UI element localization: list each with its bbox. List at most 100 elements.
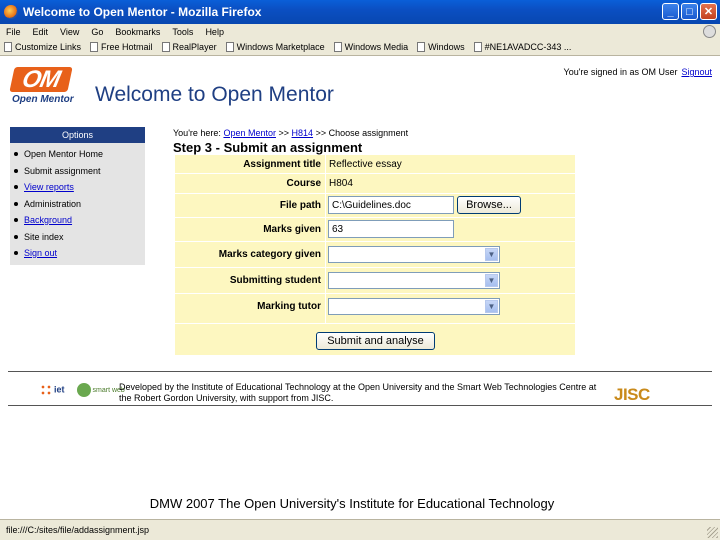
logo-mark: OM: [9, 66, 73, 93]
row-course: Course H804: [175, 174, 575, 192]
breadcrumb-link-course[interactable]: H814: [292, 128, 314, 138]
sidebar-item-administration: Administration: [14, 196, 145, 213]
page-icon: [90, 42, 99, 52]
bookmark-item[interactable]: Free Hotmail: [90, 42, 153, 52]
row-submitting-student: Submitting student ▼: [175, 268, 575, 292]
breadcrumb-current: Choose assignment: [328, 128, 409, 138]
page-icon: [4, 42, 12, 52]
menu-go[interactable]: Go: [85, 27, 109, 37]
breadcrumb-link-home[interactable]: Open Mentor: [223, 128, 276, 138]
submit-assignment-form: Assignment title Reflective essay Course…: [175, 155, 575, 355]
close-button[interactable]: ✕: [700, 3, 717, 20]
maximize-button[interactable]: □: [681, 3, 698, 20]
bookmarks-toolbar: Customize Links Free Hotmail RealPlayer …: [0, 39, 720, 56]
window-controls: _ □ ✕: [662, 3, 717, 20]
iet-dots-icon: [40, 384, 52, 396]
iet-logo[interactable]: iet: [40, 384, 65, 396]
step-title: Step 3 - Submit an assignment: [173, 140, 363, 155]
logo-text: Open Mentor: [12, 94, 74, 105]
marking-tutor-label: Marking tutor: [257, 300, 321, 312]
signout-link[interactable]: Signout: [681, 67, 712, 77]
bullet-icon: [14, 185, 18, 190]
open-mentor-logo[interactable]: OM Open Mentor: [9, 66, 84, 107]
row-divider: [175, 323, 575, 324]
page-content: OM Open Mentor Welcome to Open Mentor Yo…: [0, 57, 720, 519]
bookmark-item[interactable]: Windows: [417, 42, 465, 52]
bullet-icon: [14, 152, 18, 157]
browse-button[interactable]: Browse...: [457, 196, 521, 214]
partner-logos: iet smart web: [40, 383, 125, 397]
menu-view[interactable]: View: [54, 27, 85, 37]
marking-tutor-select[interactable]: ▼: [328, 297, 500, 315]
sidebar-heading: Options: [10, 127, 145, 143]
breadcrumb: You're here: Open Mentor >> H814 >> Choo…: [173, 128, 409, 138]
footer-divider: [8, 405, 712, 406]
page-icon: [225, 42, 234, 52]
smartweb-globe-icon: [76, 383, 91, 397]
submit-and-analyse-button[interactable]: Submit and analyse: [316, 332, 435, 350]
assignment-title-label: Assignment title: [243, 158, 321, 170]
sidebar-item-background[interactable]: Background: [14, 212, 145, 229]
chevron-down-icon[interactable]: ▼: [485, 273, 498, 287]
row-marks-given: Marks given 63: [175, 218, 575, 240]
menu-file[interactable]: File: [0, 27, 27, 37]
menu-edit[interactable]: Edit: [27, 27, 55, 37]
footer-divider: [8, 371, 712, 372]
menu-tools[interactable]: Tools: [166, 27, 199, 37]
menu-bar: File Edit View Go Bookmarks Tools Help: [0, 24, 720, 39]
row-marking-tutor: Marking tutor ▼: [175, 294, 575, 318]
firefox-icon: [4, 5, 18, 19]
assignment-title-value: Reflective essay: [329, 158, 402, 170]
bullet-icon: [14, 218, 18, 223]
status-text: file:///C:/sites/file/addassignment.jsp: [6, 525, 150, 535]
window-title: Welcome to Open Mentor - Mozilla Firefox: [23, 5, 262, 19]
developed-by-text: Developed by the Institute of Educationa…: [119, 382, 597, 403]
marks-category-select[interactable]: ▼: [328, 245, 500, 263]
menu-bookmarks[interactable]: Bookmarks: [109, 27, 166, 37]
sidebar-item-submit: Submit assignment: [14, 163, 145, 180]
window-titlebar: Welcome to Open Mentor - Mozilla Firefox…: [0, 0, 720, 24]
signed-in-status: You're signed in as OM User Signout: [564, 67, 712, 77]
page-icon: [161, 42, 170, 52]
submitting-student-select[interactable]: ▼: [328, 271, 500, 289]
bookmark-item[interactable]: Customize Links: [4, 42, 81, 52]
resize-grip-icon[interactable]: [707, 527, 718, 538]
minimize-button[interactable]: _: [662, 3, 679, 20]
bookmark-item[interactable]: Windows Marketplace: [225, 42, 325, 52]
course-label: Course: [286, 177, 321, 189]
marks-category-label: Marks category given: [218, 248, 321, 260]
page-title: Welcome to Open Mentor: [95, 83, 334, 106]
marks-given-label: Marks given: [263, 223, 321, 235]
slide-caption: DMW 2007 The Open University's Institute…: [149, 496, 555, 511]
chevron-down-icon[interactable]: ▼: [485, 247, 498, 261]
page-icon: [333, 42, 342, 52]
sidebar-item-home: Open Mentor Home: [14, 146, 145, 163]
jisc-logo[interactable]: JISC: [614, 385, 650, 405]
smartweb-logo[interactable]: smart web: [75, 383, 125, 397]
file-path-input[interactable]: C:\Guidelines.doc: [328, 196, 454, 214]
sidebar-item-site-index: Site index: [14, 229, 145, 246]
menu-help[interactable]: Help: [199, 27, 230, 37]
bullet-icon: [14, 201, 18, 206]
page-icon: [417, 42, 426, 52]
bullet-icon: [14, 168, 18, 173]
bullet-icon: [14, 234, 18, 239]
signed-in-text: You're signed in as OM User: [563, 67, 678, 77]
page-icon: [473, 42, 482, 52]
bookmark-item[interactable]: #NE1AVADCC-343 ...: [473, 42, 571, 52]
course-value: H804: [329, 177, 353, 189]
sidebar-item-reports[interactable]: View reports: [14, 179, 145, 196]
throbber-icon: [703, 25, 716, 38]
row-assignment-title: Assignment title Reflective essay: [175, 156, 575, 172]
sidebar: Options Open Mentor Home Submit assignme…: [10, 127, 145, 265]
row-marks-category: Marks category given ▼: [175, 242, 575, 266]
sidebar-item-signout[interactable]: Sign out: [14, 245, 145, 262]
chevron-down-icon[interactable]: ▼: [485, 299, 498, 313]
bookmark-item[interactable]: RealPlayer: [161, 42, 217, 52]
marks-given-input[interactable]: 63: [328, 220, 454, 238]
row-file-path: File path C:\Guidelines.doc Browse...: [175, 194, 575, 216]
submitting-student-label: Submitting student: [229, 274, 321, 286]
bullet-icon: [14, 251, 18, 256]
bookmark-item[interactable]: Windows Media: [333, 42, 408, 52]
file-path-label: File path: [279, 199, 321, 211]
